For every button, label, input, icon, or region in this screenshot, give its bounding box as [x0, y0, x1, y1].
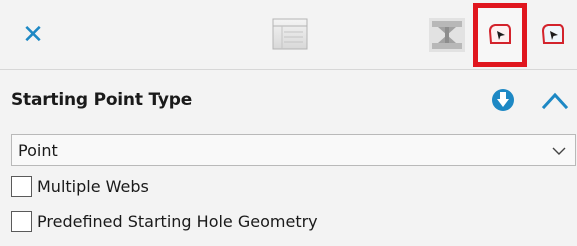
starting-point-button[interactable]: [473, 3, 527, 67]
section-title: Starting Point Type: [11, 90, 193, 110]
starting-point-alt-button[interactable]: [531, 14, 575, 56]
starting-point-icon: [488, 24, 511, 44]
table-button[interactable]: [270, 15, 310, 53]
chevron-up-icon: [541, 92, 569, 110]
table-icon: [272, 18, 308, 50]
starting-point-type-select[interactable]: Point: [11, 134, 576, 166]
multiple-webs-option[interactable]: Multiple Webs: [11, 176, 149, 197]
predefined-hole-label: Predefined Starting Hole Geometry: [37, 212, 318, 231]
predefined-hole-checkbox[interactable]: [11, 211, 32, 232]
collapse-button[interactable]: [540, 86, 570, 114]
multiple-webs-label: Multiple Webs: [37, 177, 149, 196]
pin-down-icon: [492, 89, 514, 111]
weld-icon: [429, 18, 465, 52]
close-button[interactable]: ✕: [18, 20, 48, 50]
predefined-hole-option[interactable]: Predefined Starting Hole Geometry: [11, 211, 318, 232]
select-value: Point: [18, 140, 58, 160]
toolbar-divider: [0, 69, 577, 70]
weld-button[interactable]: [425, 14, 469, 56]
pin-button[interactable]: [489, 86, 517, 114]
chevron-down-icon: [552, 147, 566, 155]
close-icon: ✕: [22, 20, 44, 50]
starting-point-alt-icon: [541, 24, 564, 44]
toolbar: ✕: [0, 0, 577, 70]
multiple-webs-checkbox[interactable]: [11, 176, 32, 197]
